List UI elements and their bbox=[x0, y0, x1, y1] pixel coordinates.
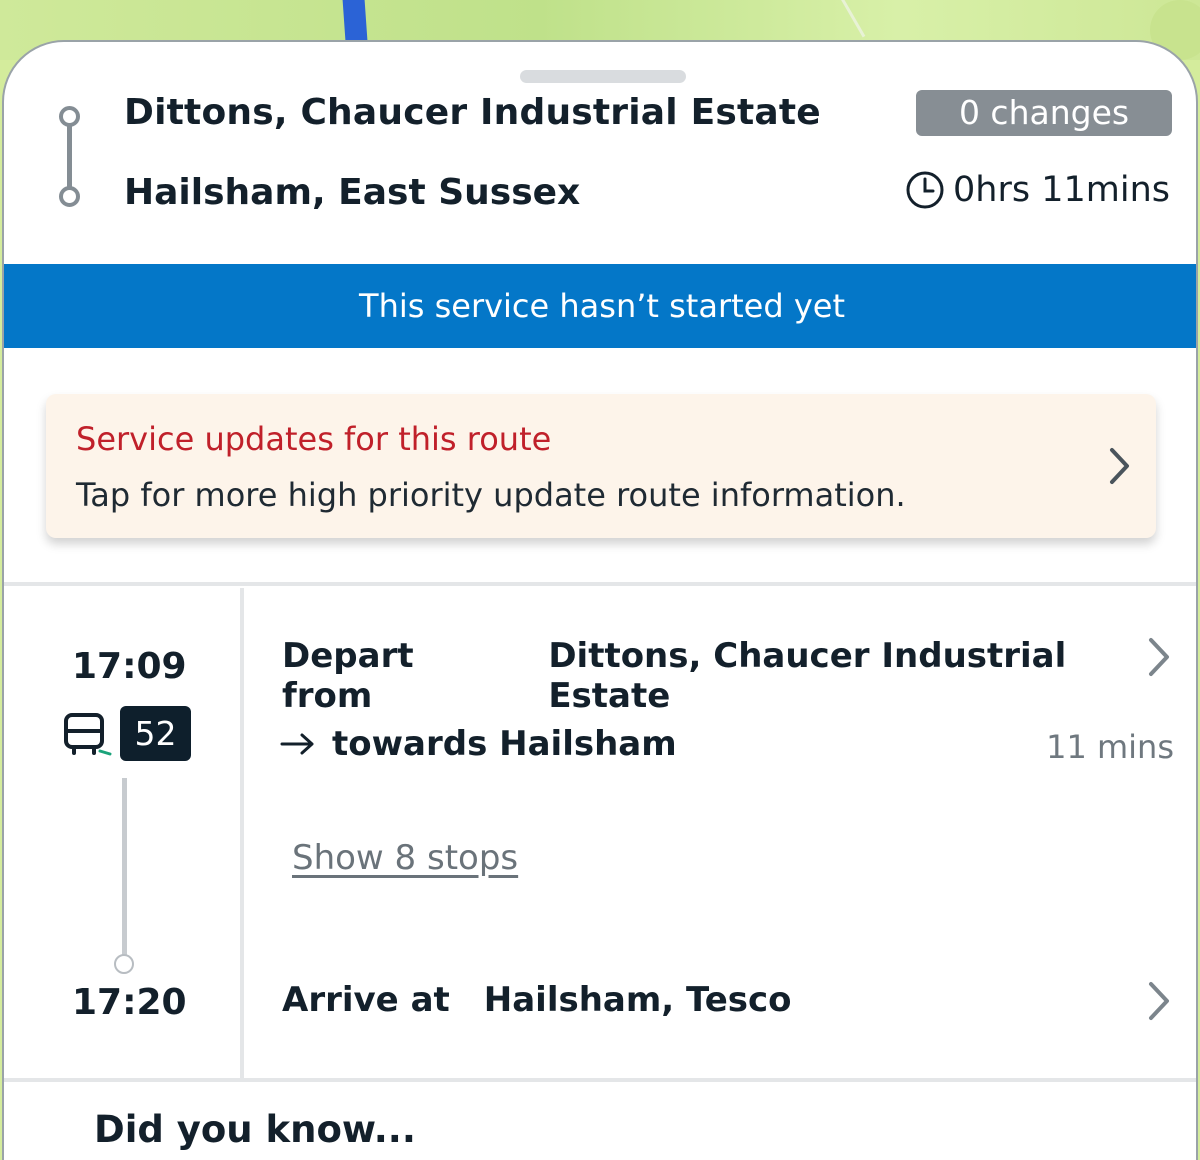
show-stops-link[interactable]: Show 8 stops bbox=[292, 838, 518, 878]
arrow-right-icon bbox=[280, 733, 314, 755]
timeline-divider bbox=[240, 588, 244, 1080]
route-line-icon bbox=[56, 106, 82, 207]
towards-text: towards Hailsham bbox=[332, 724, 677, 764]
journey-sheet: Dittons, Chaucer Industrial Estate Hails… bbox=[2, 40, 1198, 1160]
changes-badge: 0 changes bbox=[916, 90, 1172, 136]
journey-duration: 0hrs 11mins bbox=[905, 170, 1170, 210]
arrive-lead: Arrive at bbox=[282, 980, 450, 1020]
arrive-stop: Hailsham, Tesco bbox=[483, 980, 792, 1020]
timeline-end-dot bbox=[114, 954, 134, 974]
depart-lead: Depart from bbox=[282, 636, 414, 716]
bus-icon bbox=[64, 713, 112, 756]
depart-stop: Dittons, Chaucer Industrial Estate bbox=[548, 636, 1067, 716]
origin-label: Dittons, Chaucer Industrial Estate bbox=[124, 92, 821, 133]
service-updates-title: Service updates for this route bbox=[76, 420, 552, 458]
towards-row: towards Hailsham bbox=[280, 724, 677, 764]
depart-row[interactable]: Depart from Dittons, Chaucer Industrial … bbox=[282, 636, 1196, 716]
chevron-right-icon bbox=[1110, 448, 1129, 484]
arrive-row[interactable]: Arrive at Hailsham, Tesco bbox=[282, 980, 792, 1020]
drag-handle[interactable] bbox=[520, 70, 686, 83]
destination-label: Hailsham, East Sussex bbox=[124, 172, 581, 213]
arrive-time: 17:20 bbox=[72, 982, 187, 1023]
section-divider bbox=[4, 582, 1196, 586]
service-updates-description: Tap for more high priority update route … bbox=[76, 476, 906, 514]
clock-icon bbox=[906, 171, 944, 209]
service-status-banner: This service hasn’t started yet bbox=[4, 264, 1196, 348]
section-divider bbox=[4, 1078, 1196, 1082]
duration-text: 0hrs 11mins bbox=[953, 170, 1170, 210]
map-path bbox=[837, 0, 866, 38]
leg-duration: 11 mins bbox=[1046, 728, 1174, 766]
service-updates-card[interactable]: Service updates for this route Tap for m… bbox=[46, 394, 1156, 538]
route-number-badge: 52 bbox=[120, 706, 191, 761]
chevron-right-icon[interactable] bbox=[1146, 636, 1172, 678]
depart-time: 17:09 bbox=[72, 646, 187, 687]
timeline-line bbox=[122, 778, 127, 958]
chevron-right-icon[interactable] bbox=[1146, 980, 1172, 1022]
